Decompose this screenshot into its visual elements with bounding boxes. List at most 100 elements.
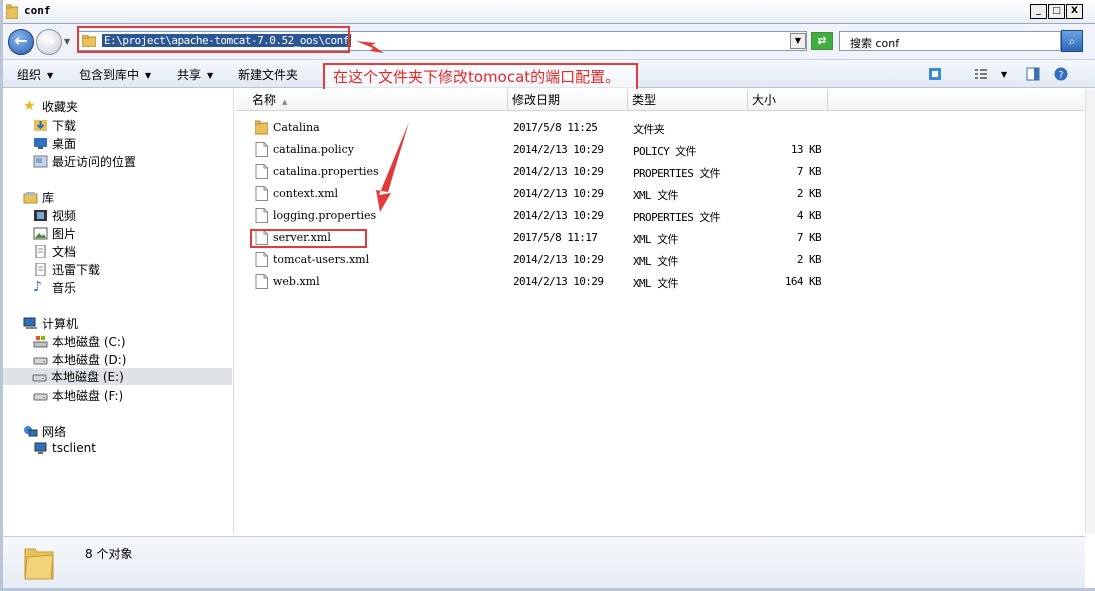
file-size: 7 KB [796,231,822,244]
chevron-down-icon: ▼ [145,71,152,80]
sidebar-item-tsclient[interactable]: tsclient [33,441,96,455]
address-highlight-box [77,26,350,53]
file-name: catalina.properties [273,165,379,178]
sidebar-item-thunder-downloads[interactable]: 迅雷下载 [33,261,100,278]
sort-up-icon: ▲ [282,98,288,106]
file-name: catalina.policy [273,143,354,156]
sidebar-item-documents[interactable]: 文档 [33,243,76,260]
network-icon [24,426,38,437]
sidebar-item-favorites[interactable]: ★ 收藏夹 [23,98,78,115]
share-menu[interactable]: 共享 ▼ [177,66,213,83]
file-date: 2014/2/13 10:29 [513,275,604,288]
navigation-pane: ★ 收藏夹 下载 桌面 最近访问的位置 库 视频 图片 文档 迅雷下载 ♪ 音乐… [3,89,234,534]
table-row[interactable]: web.xml 2014/2/13 10:29 XML 文件 164 KB [236,271,836,293]
back-button[interactable]: ← [8,29,34,55]
file-name: context.xml [273,187,339,200]
maximize-button[interactable]: □ [1048,4,1065,19]
column-header-empty [828,89,1084,111]
drive-icon [33,357,48,365]
server-xml-highlight-box [250,229,367,248]
folder-icon [255,120,268,135]
sidebar-item-downloads[interactable]: 下载 [33,117,76,134]
star-icon: ★ [23,98,36,114]
file-date: 2017/5/8 11:17 [513,231,598,244]
sidebar-item-drive-c[interactable]: 本地磁盘 (C:) [33,333,126,350]
system-drive-icon [33,336,48,348]
sidebar-item-drive-f[interactable]: 本地磁盘 (F:) [33,387,123,404]
file-size: 4 KB [796,209,822,222]
computer-icon [23,317,37,329]
refresh-button[interactable]: ⇄ [811,32,833,50]
sidebar-item-recent[interactable]: 最近访问的位置 [33,153,136,170]
pictures-icon [33,227,48,240]
sidebar-item-desktop[interactable]: 桌面 [33,135,76,152]
file-size: 7 KB [796,165,822,178]
annotation-note: 在这个文件夹下修改tomocat的端口配置。 [323,63,638,92]
sidebar-item-music[interactable]: ♪ 音乐 [33,279,76,296]
history-dropdown-icon[interactable]: ▼ [64,37,70,46]
file-size: 2 KB [796,253,822,266]
sidebar-item-videos[interactable]: 视频 [33,207,76,224]
table-row[interactable]: Catalina 2017/5/8 11:25 文件夹 [236,117,836,139]
minimize-button[interactable]: _ [1030,4,1047,19]
file-type: PROPERTIES 文件 [633,167,721,180]
file-type: 文件夹 [633,123,665,136]
file-icon [255,186,268,201]
network-computer-icon [34,442,47,454]
close-button[interactable]: X [1066,4,1083,19]
window-title: conf [24,4,51,17]
chevron-down-icon[interactable]: ▼ [1001,70,1007,79]
file-size: 164 KB [784,275,822,288]
column-header-size[interactable]: 大小 [748,89,828,111]
folder-icon [6,4,18,19]
sidebar-item-network[interactable]: 网络 [23,423,66,440]
table-row[interactable]: catalina.policy 2014/2/13 10:29 POLICY 文件 1… [236,139,836,161]
new-folder-button[interactable]: 新建文件夹 [238,66,298,83]
file-name: Catalina [273,121,320,134]
table-row[interactable]: catalina.properties 2014/2/13 10:29 PROPER… [236,161,836,183]
file-date: 2014/2/13 10:29 [513,209,604,222]
file-type: POLICY 文件 [633,145,697,158]
sidebar-item-pictures[interactable]: 图片 [33,225,76,242]
sidebar-item-libraries[interactable]: 库 [23,189,54,206]
column-header-type[interactable]: 类型 [628,89,748,111]
vertical-scrollbar[interactable] [1085,89,1095,534]
file-name: web.xml [273,275,320,288]
folder-icon [24,548,54,580]
table-row[interactable]: logging.properties 2014/2/13 10:29 PROPERT… [236,205,836,227]
table-row[interactable]: tomcat-users.xml 2014/2/13 10:29 XML 文件 2 K… [236,249,836,271]
forward-button[interactable]: → [36,29,62,55]
file-size: 13 KB [790,143,822,156]
organize-menu[interactable]: 组织 ▼ [17,66,53,83]
file-icon [255,274,268,289]
file-date: 2014/2/13 10:29 [513,187,604,200]
file-date: 2014/2/13 10:29 [513,253,604,266]
file-type: XML 文件 [633,255,678,268]
file-icon [255,208,268,223]
help-icon[interactable]: ? [1054,67,1068,81]
layout-pane-icon[interactable] [1026,67,1040,81]
address-dropdown-button[interactable]: ▼ [790,33,806,49]
sidebar-item-drive-d[interactable]: 本地磁盘 (D:) [33,351,126,368]
file-size: 2 KB [796,187,822,200]
file-type: XML 文件 [633,189,678,202]
drive-icon [33,393,48,401]
search-input[interactable]: 搜索 conf [839,31,1061,51]
chevron-down-icon: ▼ [207,71,214,80]
sidebar-item-drive-e[interactable]: 本地磁盘 (E:) [3,368,232,385]
sidebar-item-computer[interactable]: 计算机 [23,315,78,332]
search-button[interactable]: ⌕ [1061,30,1083,52]
column-header-modified[interactable]: 修改日期 [508,89,628,111]
column-header-name[interactable]: 名称 ▲ [236,89,508,111]
library-icon [23,192,38,204]
downloads-icon [34,120,47,131]
table-row[interactable]: context.xml 2014/2/13 10:29 XML 文件 2 KB [236,183,836,205]
recent-places-icon [33,155,48,168]
include-library-menu[interactable]: 包含到库中 ▼ [79,66,151,83]
preview-pane-icon[interactable] [928,67,942,81]
file-type: XML 文件 [633,277,678,290]
search-placeholder: 搜索 conf [850,37,900,50]
file-date: 2017/5/8 11:25 [513,121,598,134]
file-list: 名称 ▲ 修改日期 类型 大小 Catalina 2017/5/8 11:25 文件夹… [236,89,1084,534]
view-options-icon[interactable] [974,67,988,81]
